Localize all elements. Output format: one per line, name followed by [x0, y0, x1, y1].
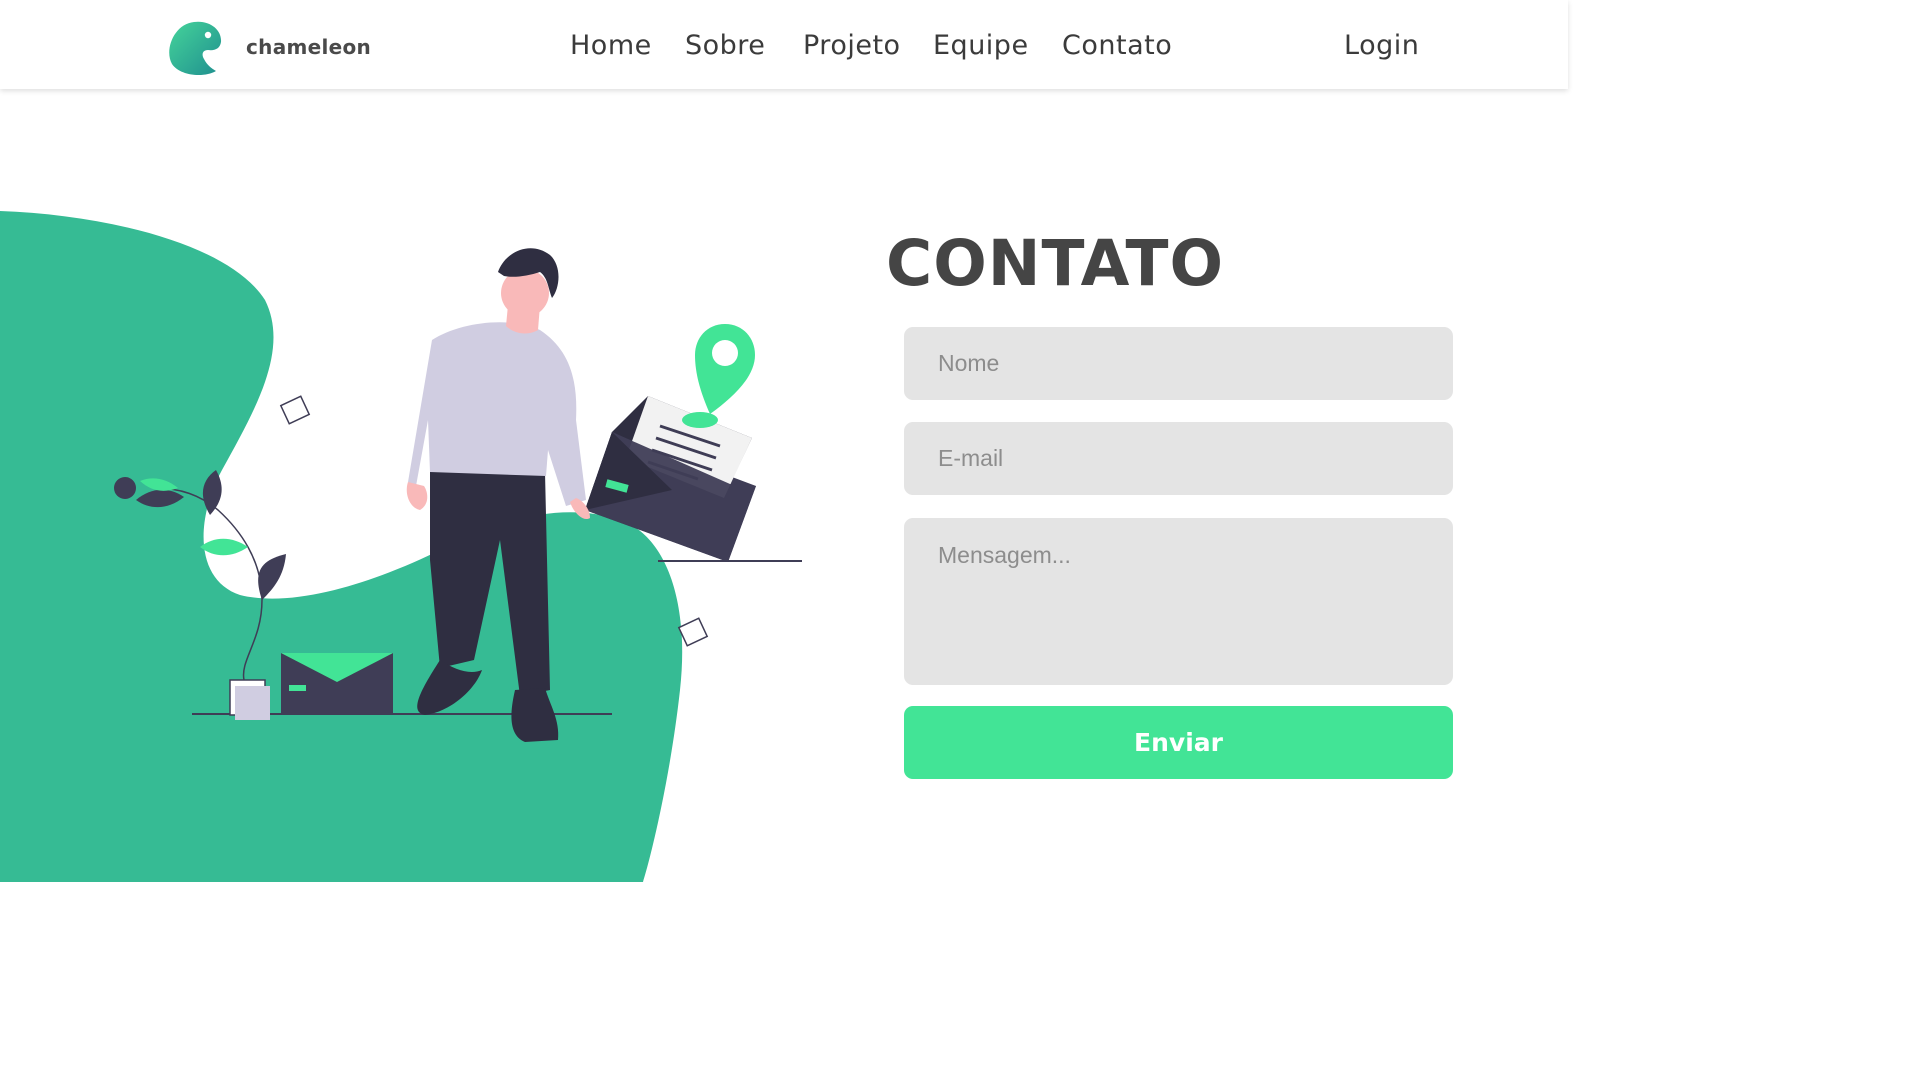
nav-projeto[interactable]: Projeto: [803, 30, 901, 61]
nav-sobre[interactable]: Sobre: [685, 30, 765, 61]
nav-contato[interactable]: Contato: [1062, 30, 1172, 61]
deco-square-1: [279, 395, 311, 425]
submit-button[interactable]: Enviar: [904, 706, 1453, 779]
email-input[interactable]: [904, 422, 1453, 495]
envelope-closed-icon: [281, 653, 393, 714]
chameleon-logo-icon[interactable]: [166, 20, 224, 76]
brand-name[interactable]: chameleon: [246, 35, 371, 59]
green-blob: [0, 211, 683, 882]
contact-illustration: [0, 211, 802, 882]
name-input[interactable]: [904, 327, 1453, 400]
nav-login[interactable]: Login: [1344, 30, 1419, 61]
nav-home[interactable]: Home: [570, 30, 652, 61]
deco-square-2: [677, 617, 709, 647]
page-title: CONTATO: [886, 227, 1224, 300]
message-textarea[interactable]: [904, 518, 1453, 685]
navbar: chameleon Home Sobre Projeto Equipe Cont…: [0, 0, 1568, 89]
location-pin-icon: [695, 324, 755, 414]
nav-equipe[interactable]: Equipe: [933, 30, 1029, 61]
